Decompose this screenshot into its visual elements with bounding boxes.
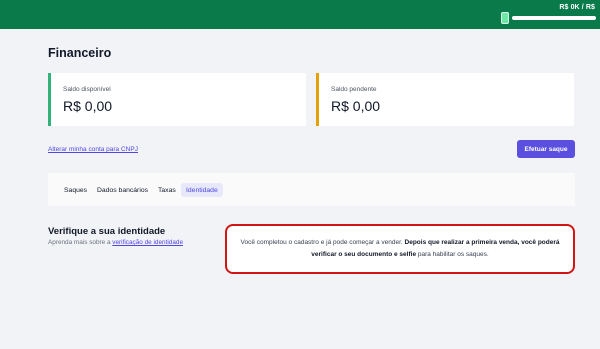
identity-subtitle-text: Aprenda mais sobre a	[48, 239, 113, 246]
tab-taxas[interactable]: Taxas	[158, 183, 176, 197]
tab-dados-bancarios[interactable]: Dados bancários	[97, 183, 148, 197]
notice-part-2: para habilitar os saques.	[416, 251, 489, 258]
sales-goal-progress	[512, 16, 596, 20]
goal-gem-icon	[501, 12, 509, 24]
available-balance-label: Saldo disponível	[63, 86, 111, 93]
change-to-cnpj-link[interactable]: Alterar minha conta para CNPJ	[48, 146, 138, 153]
page-title: Financeiro	[48, 46, 112, 60]
top-bar: R$ 0K / R$	[0, 0, 600, 29]
pending-balance-card: Saldo pendente R$ 0,00	[316, 73, 574, 126]
identity-section-subtitle: Aprenda mais sobre a verificação de iden…	[48, 239, 183, 246]
withdraw-button[interactable]: Efetuar saque	[517, 140, 575, 158]
sales-goal-text: R$ 0K / R$	[559, 4, 595, 11]
identity-verification-link[interactable]: verificação de identidade	[112, 239, 183, 246]
identity-notice: Você completou o cadastro e já pode come…	[225, 224, 575, 274]
available-balance-card: Saldo disponível R$ 0,00	[48, 73, 306, 126]
tab-saques[interactable]: Saques	[64, 183, 87, 197]
identity-section-title: Verifique a sua identidade	[48, 226, 166, 237]
pending-balance-label: Saldo pendente	[331, 86, 377, 93]
identity-notice-text: Você completou o cadastro e já pode come…	[237, 237, 563, 261]
finance-tabs: Saques Dados bancários Taxas Identidade	[48, 173, 575, 206]
available-balance-value: R$ 0,00	[63, 98, 113, 114]
pending-balance-value: R$ 0,00	[331, 98, 381, 114]
tab-identidade[interactable]: Identidade	[181, 183, 223, 197]
notice-part-1: Você completou o cadastro e já pode come…	[240, 239, 405, 246]
